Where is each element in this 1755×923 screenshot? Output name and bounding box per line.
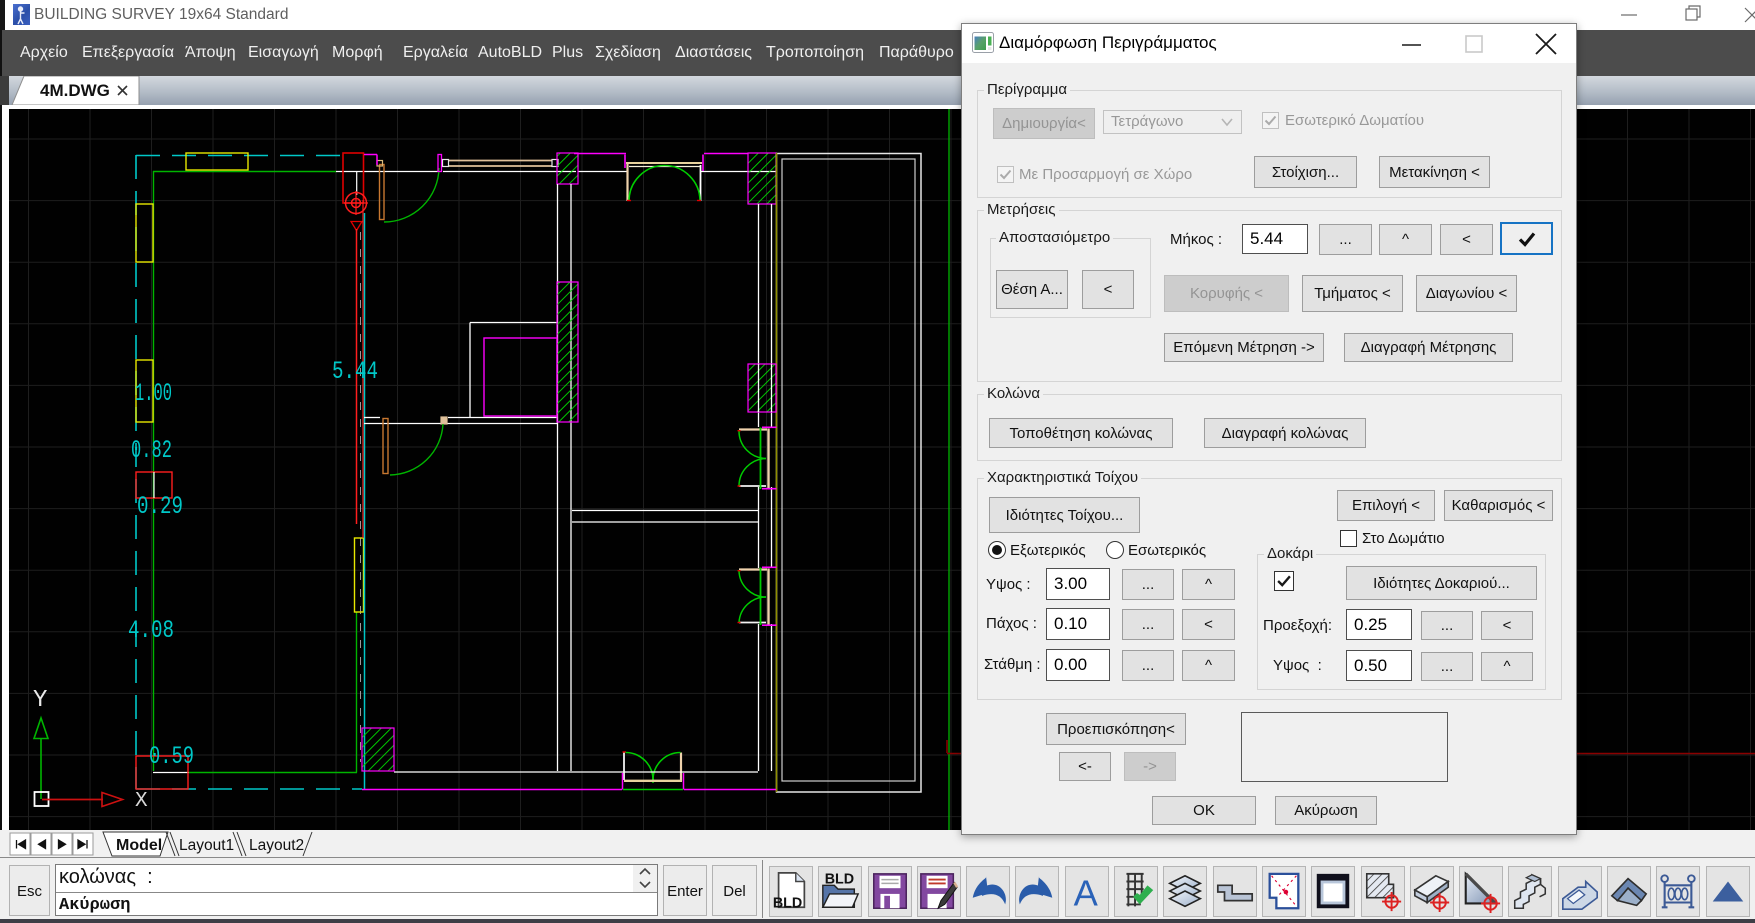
svg-text:Layout1: Layout1 [179,837,234,854]
svg-text:Model: Model [116,837,162,854]
svg-text:Layout2: Layout2 [249,837,304,854]
svg-text:X: X [135,790,148,813]
svg-text:0.29: 0.29 [137,492,183,521]
svg-text:4M.DWG: 4M.DWG [40,81,110,100]
svg-text:BLD: BLD [773,895,802,911]
svg-text:1.00: 1.00 [135,379,172,408]
svg-text:A: A [1074,872,1099,913]
svg-text:5.44: 5.44 [332,357,378,386]
svg-text:0.82: 0.82 [131,436,172,465]
svg-text:Y: Y [33,687,47,714]
svg-text:4.08: 4.08 [128,616,174,645]
svg-text:0.59: 0.59 [149,742,194,771]
